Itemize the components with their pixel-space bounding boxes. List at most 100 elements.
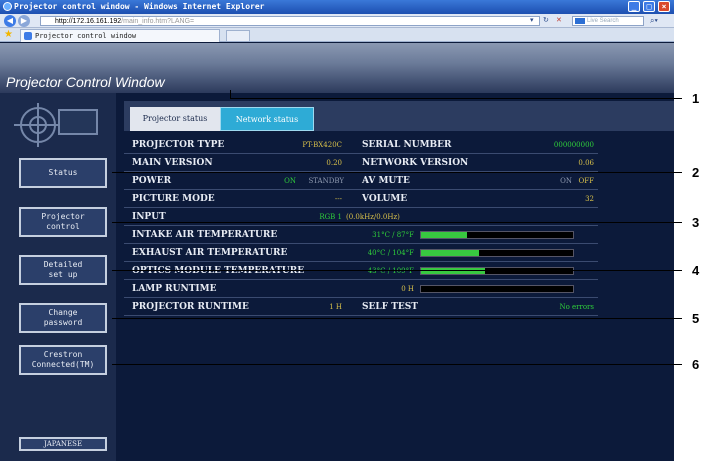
table-row: INTAKE AIR TEMPERATURE 31°C / 87°F: [124, 227, 598, 244]
live-search-field[interactable]: Live Search: [572, 16, 644, 26]
projector-emblem-icon: [14, 103, 104, 153]
forward-icon[interactable]: ▶: [18, 15, 30, 27]
window-title: Projector control window - Windows Inter…: [14, 2, 265, 11]
main-version-value: 0.20: [326, 159, 342, 167]
maximize-icon[interactable]: □: [643, 1, 655, 12]
input-detail-value: (0.0kHz/0.0Hz): [346, 213, 400, 221]
exhaust-air-value: 40°C / 104°F: [367, 249, 414, 257]
callout-line-1-tick: [230, 90, 231, 98]
window-titlebar: Projector control window - Windows Inter…: [0, 0, 674, 14]
table-row: EXHAUST AIR TEMPERATURE 40°C / 104°F: [124, 245, 598, 262]
serial-number-value: 000000000: [553, 141, 594, 149]
browser-tab-bar: ★ Projector control window: [0, 28, 674, 42]
callout-line-1: [230, 98, 682, 99]
power-label: POWER: [132, 176, 172, 186]
minimize-icon[interactable]: _: [628, 1, 640, 12]
tab-projector-status[interactable]: Projector status: [130, 107, 220, 131]
lamp-runtime-label: LAMP RUNTIME: [132, 284, 217, 294]
callout-line-2: [112, 172, 682, 173]
exhaust-air-label: EXHAUST AIR TEMPERATURE: [132, 248, 288, 258]
sidebar-detailed-setup-button[interactable]: Detailed set up: [19, 255, 107, 285]
back-icon[interactable]: ◀: [4, 15, 16, 27]
input-label: INPUT: [132, 212, 166, 222]
sidebar-status-button[interactable]: Status: [19, 158, 107, 188]
status-tab-strip: Projector status Network status: [124, 101, 674, 131]
table-row: PROJECTOR TYPE PT-BX420C SERIAL NUMBER 0…: [124, 137, 598, 154]
serial-number-label: SERIAL NUMBER: [362, 140, 452, 150]
sidebar-crestron-button[interactable]: Crestron Connected(TM): [19, 345, 107, 375]
lamp-runtime-value: 0 H: [401, 285, 414, 293]
callout-line-3: [112, 222, 682, 223]
language-button[interactable]: JAPANESE: [19, 437, 107, 451]
page-favicon-icon: [24, 32, 32, 40]
sidebar: Status Projector control Detailed set up…: [0, 93, 116, 461]
exhaust-air-bar: [420, 249, 574, 257]
table-row: POWER ON STANDBY AV MUTE ON OFF: [124, 173, 598, 190]
projector-type-label: PROJECTOR TYPE: [132, 140, 225, 150]
picture-mode-value: ---: [334, 195, 342, 203]
optics-module-value: 43°C / 109°F: [367, 267, 414, 275]
projector-runtime-value: 1 H: [329, 303, 342, 311]
table-row: OPTICS MODULE TEMPERATURE 43°C / 109°F: [124, 263, 598, 280]
page-title: Projector Control Window: [6, 74, 165, 90]
main-version-label: MAIN VERSION: [132, 158, 213, 168]
url-path: /main_info.htm?LANG=: [121, 18, 195, 25]
optics-module-bar: [420, 267, 574, 275]
url-dropdown-icon[interactable]: ▾: [530, 16, 534, 26]
table-row: LAMP RUNTIME 0 H: [124, 281, 598, 298]
callout-line-6: [112, 364, 682, 365]
table-row: MAIN VERSION 0.20 NETWORK VERSION 0.06: [124, 155, 598, 172]
av-mute-label: AV MUTE: [362, 176, 410, 186]
callout-number-1: 1: [692, 91, 700, 106]
self-test-value: No errors: [559, 303, 594, 311]
table-row: PICTURE MODE --- VOLUME 32: [124, 191, 598, 208]
callout-number-4: 4: [692, 263, 700, 278]
power-on-value: ON: [284, 177, 296, 185]
stop-icon[interactable]: ✕: [556, 16, 562, 26]
callout-line-5: [112, 318, 682, 319]
volume-label: VOLUME: [362, 194, 408, 204]
callout-number-5: 5: [692, 311, 700, 326]
table-row: PROJECTOR RUNTIME 1 H SELF TEST No error…: [124, 299, 598, 316]
projector-runtime-label: PROJECTOR RUNTIME: [132, 302, 249, 312]
optics-module-bar-fill: [421, 268, 485, 274]
picture-mode-label: PICTURE MODE: [132, 194, 215, 204]
browser-tab-title: Projector control window: [35, 32, 137, 40]
new-tab-button[interactable]: [226, 30, 250, 41]
address-bar: ◀ ▶ http://172.16.161.192/main_info.htm?…: [0, 14, 674, 28]
intake-air-bar: [420, 231, 574, 239]
intake-air-bar-fill: [421, 232, 467, 238]
table-row: INPUT RGB 1 (0.0kHz/0.0Hz): [124, 209, 598, 226]
intake-air-value: 31°C / 87°F: [372, 231, 414, 239]
callout-line-4: [112, 270, 682, 271]
browser-window: Projector control window - Windows Inter…: [0, 0, 674, 461]
sidebar-change-password-button[interactable]: Change password: [19, 303, 107, 333]
close-icon[interactable]: ×: [658, 1, 670, 12]
intake-air-label: INTAKE AIR TEMPERATURE: [132, 230, 278, 240]
search-icon[interactable]: ⌕▾: [650, 16, 670, 26]
network-version-label: NETWORK VERSION: [362, 158, 469, 168]
live-search-logo-icon: [575, 18, 585, 24]
av-mute-off-value: OFF: [578, 177, 594, 185]
tab-network-status[interactable]: Network status: [220, 107, 314, 131]
live-search-placeholder: Live Search: [587, 18, 619, 24]
av-mute-on-value: ON: [560, 177, 572, 185]
sidebar-projector-control-button[interactable]: Projector control: [19, 207, 107, 237]
browser-tab[interactable]: Projector control window: [20, 29, 220, 42]
volume-value: 32: [585, 195, 594, 203]
url-host: http://172.16.161.192: [55, 18, 122, 25]
exhaust-air-bar-fill: [421, 250, 479, 256]
projector-type-value: PT-BX420C: [302, 141, 342, 149]
lamp-runtime-bar: [420, 285, 574, 293]
favorites-star-icon[interactable]: ★: [4, 29, 13, 41]
ie-icon: [3, 2, 12, 11]
main-panel: Projector status Network status PROJECTO…: [116, 93, 674, 461]
url-field[interactable]: http://172.16.161.192/main_info.htm?LANG…: [40, 16, 540, 26]
page-header: Projector Control Window: [0, 43, 674, 93]
network-version-value: 0.06: [578, 159, 594, 167]
refresh-icon[interactable]: ↻: [543, 16, 549, 26]
callout-number-2: 2: [692, 165, 700, 180]
self-test-label: SELF TEST: [362, 302, 418, 312]
callout-number-3: 3: [692, 215, 700, 230]
input-value: RGB 1: [319, 213, 342, 221]
